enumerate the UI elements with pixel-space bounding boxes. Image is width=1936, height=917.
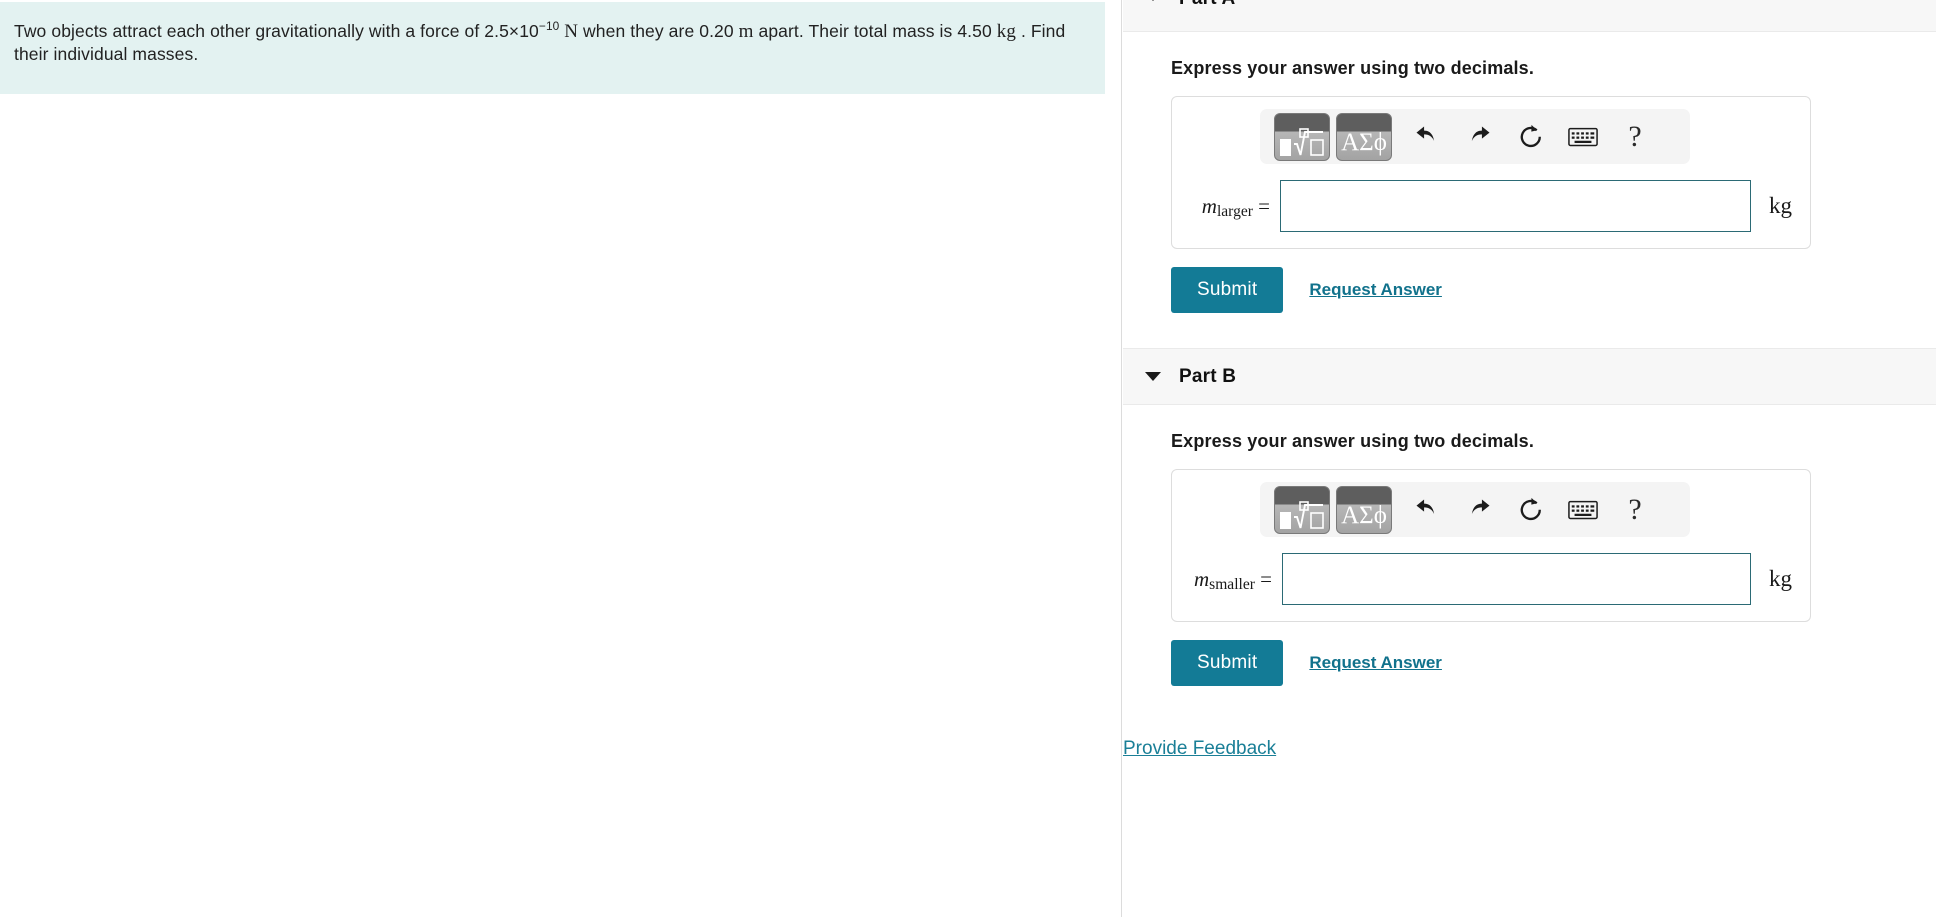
part-a-variable-label: mlarger = <box>1194 193 1270 220</box>
left-problem-panel: Two objects attract each other gravitati… <box>0 0 1122 917</box>
math-template-icon <box>1280 500 1324 529</box>
reset-icon[interactable] <box>1508 487 1554 533</box>
keyboard-icon[interactable] <box>1560 487 1606 533</box>
math-template-icon <box>1280 127 1324 156</box>
chevron-down-icon <box>1145 372 1161 381</box>
part-b-answer-card: ΑΣϕ ? msmaller = kg <box>1171 469 1811 622</box>
problem-text-segment-2: when they are 0.20 <box>578 21 739 41</box>
problem-text-segment-3: apart. Their total mass is 4.50 <box>753 21 997 41</box>
part-a-equals-sign: = <box>1258 193 1270 218</box>
part-a-variable-base: m <box>1201 193 1217 218</box>
part-a-answer-row: mlarger = kg <box>1172 180 1810 232</box>
problem-text-segment-1: Two objects attract each other gravitati… <box>14 21 539 41</box>
part-a-request-answer-link[interactable]: Request Answer <box>1309 280 1442 300</box>
part-b-variable-base: m <box>1194 566 1210 591</box>
part-a-math-toolbar: ΑΣϕ ? <box>1260 109 1690 164</box>
part-b-answer-input[interactable] <box>1281 553 1751 605</box>
chevron-down-icon <box>1145 0 1161 1</box>
part-b-equals-sign: = <box>1260 566 1272 591</box>
undo-icon[interactable] <box>1404 487 1450 533</box>
part-b-variable-subscript: smaller <box>1209 575 1255 593</box>
part-a-actions: Submit Request Answer <box>1171 267 1936 313</box>
part-a-variable-subscript: larger <box>1216 202 1253 220</box>
part-a-instruction: Express your answer using two decimals. <box>1171 58 1534 78</box>
part-a-unit-label: kg <box>1769 193 1792 218</box>
part-b-unit-label: kg <box>1769 566 1792 591</box>
part-b-variable-label: msmaller = <box>1194 566 1272 593</box>
greek-symbols-label: ΑΣϕ <box>1341 501 1387 529</box>
right-answer-panel: Part A Express your answer using two dec… <box>1123 0 1936 917</box>
undo-icon[interactable] <box>1404 114 1450 160</box>
redo-icon[interactable] <box>1456 487 1502 533</box>
problem-page: Two objects attract each other gravitati… <box>0 0 1936 917</box>
redo-icon[interactable] <box>1456 114 1502 160</box>
part-b-body: Express your answer using two decimals. … <box>1123 405 1936 760</box>
reset-icon[interactable] <box>1508 114 1554 160</box>
part-a-submit-button[interactable]: Submit <box>1171 267 1284 313</box>
greek-symbols-button[interactable]: ΑΣϕ <box>1336 485 1392 534</box>
unit-meter-label: m <box>738 21 754 42</box>
part-a-header[interactable]: Part A <box>1123 0 1936 32</box>
keyboard-icon[interactable] <box>1560 114 1606 160</box>
part-a-answer-card: ΑΣϕ ? mlarger = kg <box>1171 96 1811 249</box>
unit-newton-label: N <box>564 21 579 42</box>
part-b-submit-button[interactable]: Submit <box>1171 640 1284 686</box>
part-b-instruction: Express your answer using two decimals. <box>1171 431 1534 451</box>
part-a-body: Express your answer using two decimals. … <box>1123 32 1936 313</box>
part-b-header[interactable]: Part B <box>1123 348 1936 405</box>
feedback-container: Provide Feedback <box>1123 686 1936 760</box>
part-b-title: Part B <box>1179 365 1237 387</box>
unit-kilogram-label: kg <box>996 21 1016 42</box>
provide-feedback-link[interactable]: Provide Feedback <box>1123 738 1276 760</box>
problem-statement-text: Two objects attract each other gravitati… <box>14 20 1079 66</box>
help-icon[interactable]: ? <box>1612 114 1658 160</box>
problem-statement-box: Two objects attract each other gravitati… <box>0 2 1105 94</box>
part-b-actions: Submit Request Answer <box>1171 640 1936 686</box>
math-template-button[interactable] <box>1274 112 1330 161</box>
part-b-math-toolbar: ΑΣϕ ? <box>1260 482 1690 537</box>
part-b-answer-row: msmaller = kg <box>1172 553 1810 605</box>
part-a-title: Part A <box>1179 0 1235 10</box>
part-a-answer-input[interactable] <box>1280 180 1751 232</box>
greek-symbols-label: ΑΣϕ <box>1341 128 1387 156</box>
part-b-request-answer-link[interactable]: Request Answer <box>1309 653 1442 673</box>
help-icon[interactable]: ? <box>1612 487 1658 533</box>
math-template-button[interactable] <box>1274 485 1330 534</box>
greek-symbols-button[interactable]: ΑΣϕ <box>1336 112 1392 161</box>
problem-exponent: −10 <box>538 19 560 34</box>
